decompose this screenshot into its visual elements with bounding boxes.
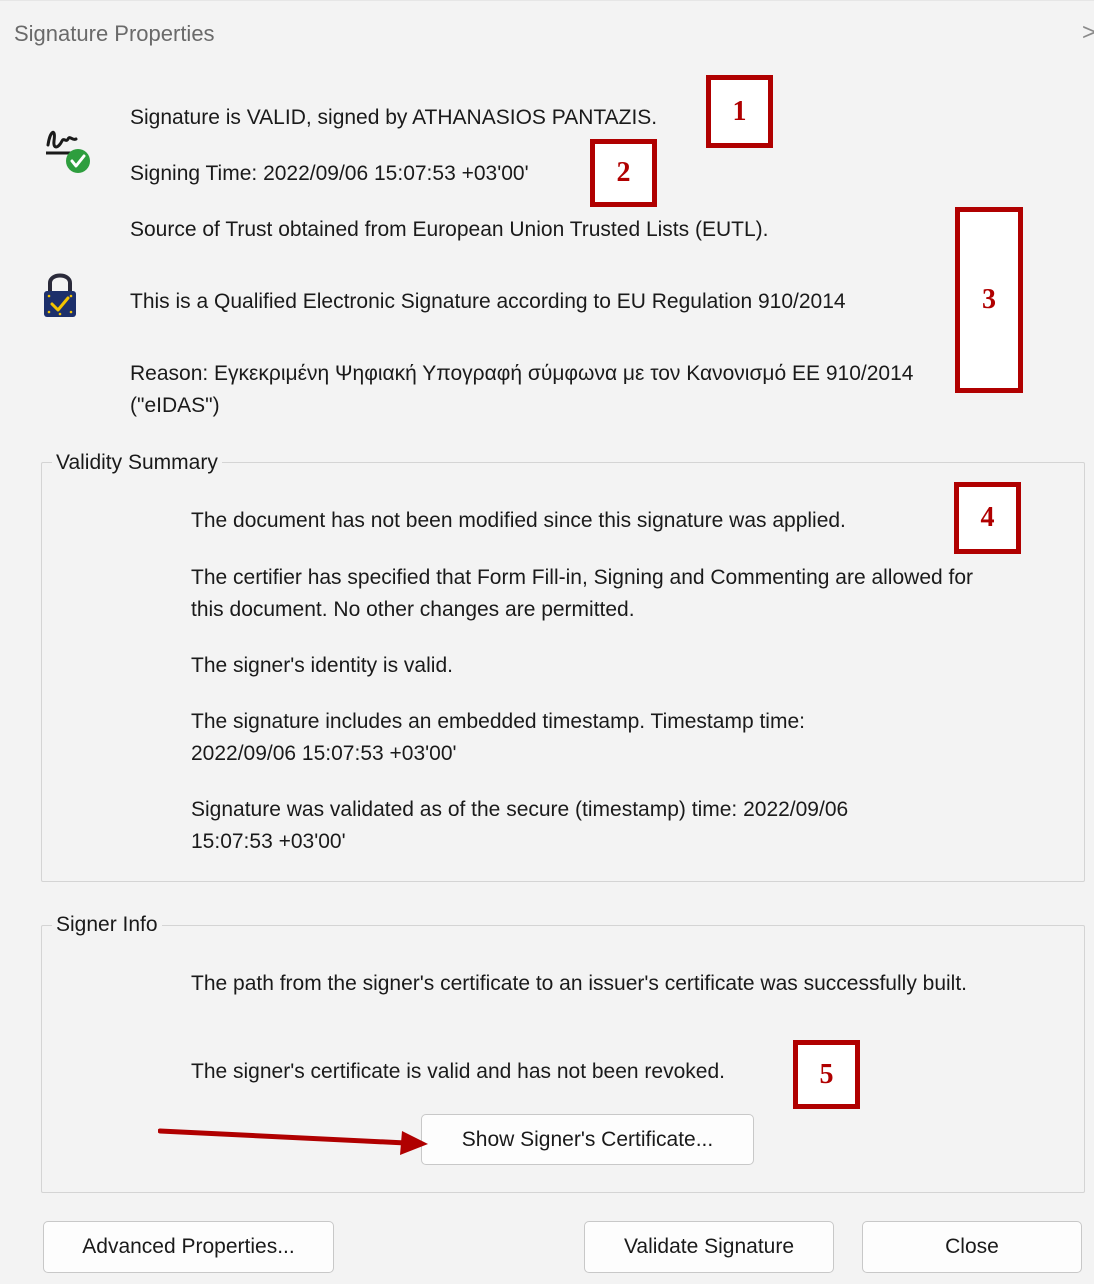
show-signer-certificate-button[interactable]: Show Signer's Certificate... — [421, 1114, 754, 1165]
signer-line-not-revoked: The signer's certificate is valid and ha… — [191, 1060, 725, 1083]
signer-line-path: The path from the signer's certificate t… — [191, 972, 968, 995]
trust-source-text: Source of Trust obtained from European U… — [130, 218, 769, 241]
reason-text: Reason: Εγκεκριμένη Ψηφιακή Υπογραφή σύμ… — [130, 362, 914, 417]
signature-properties-dialog: Signature Properties > Signature is VALI… — [0, 0, 1094, 1284]
validity-line-certifier: The certifier has specified that Form Fi… — [191, 566, 974, 621]
validate-signature-button[interactable]: Validate Signature — [584, 1221, 834, 1273]
signer-info-legend: Signer Info — [52, 911, 162, 939]
annotation-marker-5: 5 — [793, 1040, 860, 1109]
qualified-signature-text: This is a Qualified Electronic Signature… — [130, 290, 846, 313]
annotation-marker-4: 4 — [954, 482, 1021, 554]
signing-time-text: Signing Time: 2022/09/06 15:07:53 +03'00… — [130, 162, 529, 185]
eu-trust-lock-icon — [40, 269, 80, 326]
validity-line-validated: Signature was validated as of the secure… — [191, 798, 849, 853]
advanced-properties-button[interactable]: Advanced Properties... — [43, 1221, 334, 1273]
title-bar: Signature Properties > — [0, 1, 1094, 65]
close-window-icon[interactable]: > — [1082, 19, 1094, 47]
validity-line-unmodified: The document has not been modified since… — [191, 509, 846, 532]
signature-valid-icon — [44, 119, 92, 180]
validity-summary-legend: Validity Summary — [52, 449, 222, 477]
annotation-arrow-icon — [157, 1125, 430, 1162]
signature-status-text: Signature is VALID, signed by ATHANASIOS… — [130, 106, 658, 129]
annotation-marker-3: 3 — [955, 207, 1023, 393]
annotation-marker-1: 1 — [706, 75, 773, 148]
validity-line-identity: The signer's identity is valid. — [191, 654, 453, 677]
dialog-title: Signature Properties — [14, 21, 215, 46]
validity-line-timestamp: The signature includes an embedded times… — [191, 710, 805, 765]
close-button[interactable]: Close — [862, 1221, 1082, 1273]
annotation-marker-2: 2 — [590, 139, 657, 207]
